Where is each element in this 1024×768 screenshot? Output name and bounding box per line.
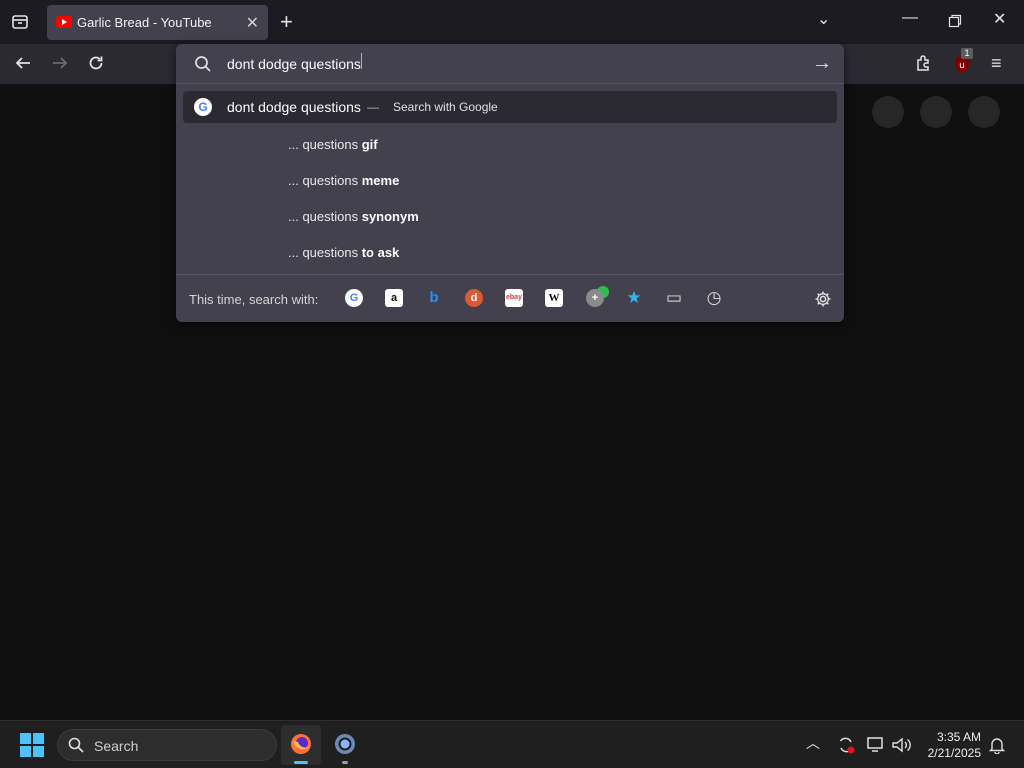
firefox-taskbar-icon[interactable] <box>281 725 321 765</box>
list-item[interactable]: ... questions meme <box>288 173 399 188</box>
search-shortcuts: This time, search with: G a b d ebay W +… <box>176 274 844 322</box>
google-icon: G <box>194 98 212 116</box>
network-icon[interactable] <box>866 736 886 759</box>
search-settings-gear-icon[interactable] <box>814 290 832 313</box>
extensions-puzzle-icon[interactable] <box>915 54 933 75</box>
ebay-icon[interactable]: ebay <box>505 289 523 307</box>
list-item[interactable]: ... questions to ask <box>288 245 399 260</box>
suggestion-separator: — <box>367 100 379 114</box>
tab-title: Garlic Bread - YouTube <box>77 15 212 30</box>
clock-date: 2/21/2025 <box>927 746 981 760</box>
close-tab-icon[interactable]: ✕ <box>246 13 259 33</box>
windows-start-icon[interactable] <box>20 733 44 757</box>
taskbar-search-input[interactable]: Search <box>57 729 277 761</box>
tab-youtube[interactable]: Garlic Bread - YouTube ✕ <box>47 5 268 40</box>
list-all-tabs-icon[interactable]: ⌄ <box>817 12 830 28</box>
bookmarks-star-icon[interactable]: ★ <box>625 289 643 307</box>
youtube-placeholder-icon <box>920 96 952 128</box>
restore-icon[interactable] <box>948 13 962 31</box>
go-arrow-icon[interactable]: → <box>812 52 832 75</box>
chrome-taskbar-icon[interactable] <box>325 725 365 765</box>
menu-hamburger-icon[interactable]: ≡ <box>991 54 1002 72</box>
search-icon <box>68 737 84 758</box>
google-icon[interactable]: G <box>345 289 363 307</box>
history-clock-icon[interactable]: ◷ <box>705 289 723 307</box>
wikipedia-icon[interactable]: W <box>545 289 563 307</box>
notification-bell-icon[interactable] <box>988 736 1006 759</box>
youtube-favicon-icon <box>56 16 72 28</box>
suggestion-query: dont dodge questions <box>227 99 361 115</box>
duckduckgo-icon[interactable]: d <box>465 289 483 307</box>
tab-strip: Garlic Bread - YouTube ✕ + ⌄ — ✕ <box>0 0 1024 44</box>
list-item[interactable]: ... questions gif <box>288 137 378 152</box>
close-window-icon[interactable]: ✕ <box>993 12 1006 28</box>
forward-icon[interactable] <box>51 54 69 75</box>
youtube-placeholder-icon <box>968 96 1000 128</box>
windows-taskbar: Search ︿ 3:35 AM 2/21/2025 <box>0 720 1024 768</box>
ublock-badge: 1 <box>961 48 973 59</box>
firefox-view-icon[interactable] <box>11 13 29 34</box>
search-with-label: This time, search with: <box>189 292 319 307</box>
suggestion-search-google[interactable]: G dont dodge questions — Search with Goo… <box>183 91 837 123</box>
urlbar-input[interactable]: dont dodge questions <box>227 56 361 72</box>
back-icon[interactable] <box>14 54 32 75</box>
list-item[interactable]: ... questions synonym <box>288 209 419 224</box>
amazon-icon[interactable]: a <box>385 289 403 307</box>
sync-alert-icon[interactable] <box>836 735 856 760</box>
new-tab-icon[interactable]: + <box>280 11 293 33</box>
clock-time: 3:35 AM <box>936 730 981 744</box>
tabs-icon[interactable]: ▭ <box>665 289 683 307</box>
reload-icon[interactable] <box>87 54 105 75</box>
suggestion-action: Search with Google <box>393 100 498 114</box>
minimize-icon[interactable]: — <box>902 10 918 26</box>
text-cursor <box>361 53 362 69</box>
youtube-placeholder-icon <box>872 96 904 128</box>
bing-icon[interactable]: b <box>425 289 443 307</box>
taskbar-search-placeholder: Search <box>94 738 139 754</box>
search-icon <box>194 55 212 78</box>
svg-text:u: u <box>959 61 965 71</box>
ublock-origin-icon[interactable]: u 1 <box>953 48 973 74</box>
taskbar-clock[interactable]: 3:35 AM 2/21/2025 <box>928 729 981 761</box>
show-hidden-icons-chevron-icon[interactable]: ︿ <box>806 736 820 750</box>
urlbar[interactable]: dont dodge questions → <box>176 44 844 84</box>
urlbar-dropdown: dont dodge questions → G dont dodge ques… <box>176 44 844 322</box>
add-engine-icon[interactable]: + <box>586 289 604 307</box>
volume-icon[interactable] <box>891 736 911 759</box>
